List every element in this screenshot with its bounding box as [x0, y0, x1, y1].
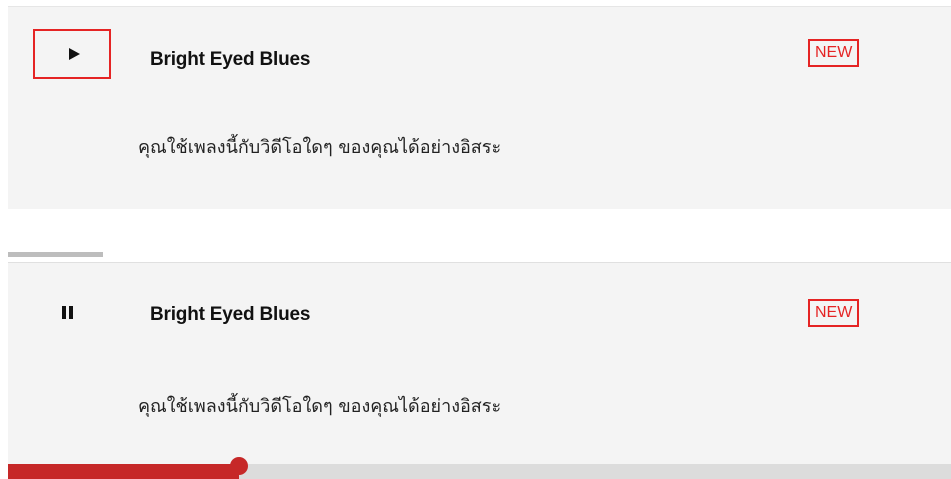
- playback-progress-fill: [8, 464, 239, 479]
- play-button[interactable]: [33, 29, 111, 79]
- play-icon: [68, 48, 80, 60]
- track-card-playing[interactable]: Bright Eyed Blues NEW คุณใช้เพลงนี้กับวิ…: [8, 262, 951, 479]
- section-divider: [8, 252, 103, 257]
- track-title: Bright Eyed Blues: [150, 304, 311, 325]
- pause-button[interactable]: [33, 287, 111, 337]
- track-description: คุณใช้เพลงนี้กับวิดีโอใดๆ ของคุณได้อย่าง…: [138, 396, 502, 417]
- music-track-list: Bright Eyed Blues NEW คุณใช้เพลงนี้กับวิ…: [0, 0, 951, 479]
- track-description: คุณใช้เพลงนี้กับวิดีโอใดๆ ของคุณได้อย่าง…: [138, 137, 502, 158]
- new-badge: NEW: [808, 39, 860, 67]
- playback-progress-bar[interactable]: [8, 457, 951, 479]
- pause-icon: [61, 305, 73, 319]
- track-card-paused[interactable]: Bright Eyed Blues NEW คุณใช้เพลงนี้กับวิ…: [8, 6, 951, 209]
- track-title: Bright Eyed Blues: [150, 49, 311, 70]
- playback-scrubber-handle[interactable]: [230, 457, 248, 475]
- new-badge: NEW: [808, 299, 860, 327]
